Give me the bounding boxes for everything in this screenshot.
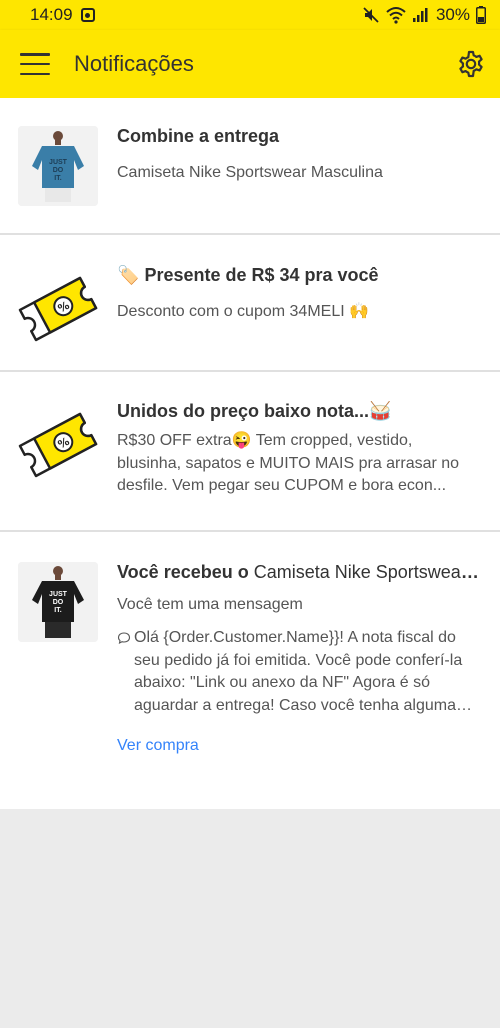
notification-subtitle: Você tem uma mensagem (117, 596, 303, 613)
page-title: Notificações (74, 51, 194, 76)
notification-item[interactable]: JUST DO IT. Você recebeu o Camiseta Nike… (0, 532, 500, 809)
product-image-blue-tshirt: JUST DO IT. (18, 126, 98, 206)
status-time: 14:09 (30, 5, 73, 24)
svg-text:IT.: IT. (54, 607, 61, 614)
svg-text:DO: DO (53, 167, 64, 174)
status-bar: 14:09 30% (0, 0, 500, 30)
app-notification-icon (80, 8, 95, 22)
message-preview: Olá {Order.Customer.Name}}! A nota fisca… (117, 627, 480, 717)
coupon-ticket-icon: % (18, 269, 98, 349)
notification-subtitle: Camiseta Nike Sportswear Masculina (117, 164, 383, 181)
battery-icon (476, 6, 486, 24)
notification-title: Combine a entrega (117, 126, 280, 146)
tag-emoji: 🏷️ (117, 265, 140, 285)
notification-subtitle: Desconto com o cupom 34MELI 🙌 (117, 303, 370, 320)
coupon-ticket-icon: % (18, 405, 98, 485)
svg-text:IT.: IT. (54, 175, 61, 182)
menu-icon[interactable] (20, 53, 50, 75)
title-product: Camiseta Nike Sportswear Masculina (253, 562, 480, 582)
view-purchase-link[interactable]: Ver compra (117, 737, 199, 755)
svg-text:JUST: JUST (49, 159, 68, 166)
title-bold: Você recebeu o (117, 562, 249, 582)
message-text: Olá {Order.Customer.Name}}! A nota fisca… (134, 629, 463, 714)
notification-title: Você recebeu o Camiseta Nike Sportswear … (117, 562, 480, 583)
notification-title-text: Presente de R$ 34 pra você (144, 265, 379, 285)
app-bar: Notificações (0, 30, 500, 98)
notification-item[interactable]: % Unidos do preço baixo nota...🥁 R$30 OF… (0, 372, 500, 532)
gear-icon[interactable] (456, 49, 486, 79)
mute-icon (363, 7, 379, 23)
notification-body: R$30 OFF extra😜 Tem cropped, vestido, bl… (117, 432, 460, 494)
notification-list: JUST DO IT. Combine a entrega Camiseta N… (0, 98, 500, 809)
notification-title: Unidos do preço baixo nota...🥁 (117, 401, 392, 421)
svg-text:DO: DO (53, 599, 64, 606)
product-image-black-tshirt: JUST DO IT. (18, 562, 98, 642)
notification-item[interactable]: JUST DO IT. Combine a entrega Camiseta N… (0, 98, 500, 235)
battery-percent: 30% (435, 5, 470, 24)
wifi-icon (386, 7, 406, 24)
chat-bubble-icon (117, 632, 131, 645)
svg-text:JUST: JUST (49, 591, 68, 598)
signal-icon (412, 8, 428, 22)
notification-title: 🏷️ Presente de R$ 34 pra você (117, 265, 480, 286)
notification-item[interactable]: % 🏷️ Presente de R$ 34 pra você Desconto… (0, 235, 500, 372)
